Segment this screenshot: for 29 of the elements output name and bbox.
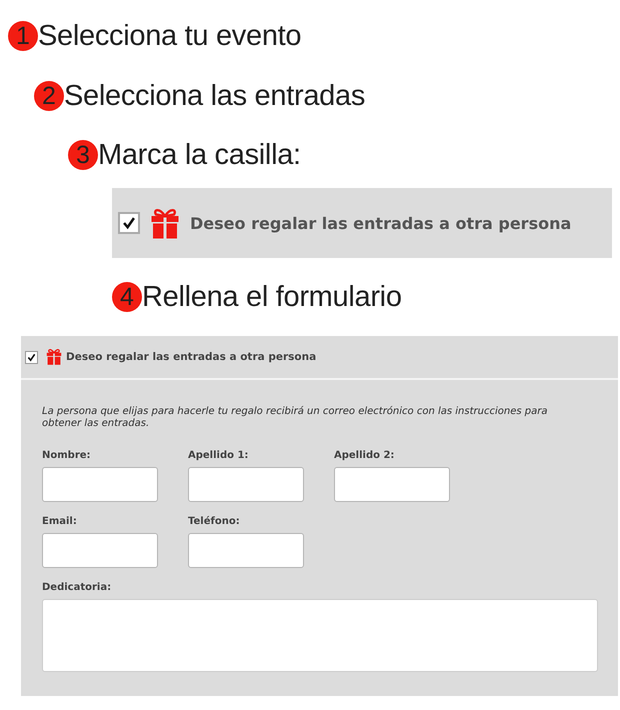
field-label: Apellido 1: xyxy=(188,450,250,461)
step-title: Selecciona tu evento xyxy=(38,20,302,52)
check-icon xyxy=(122,216,136,230)
step-number: 2 xyxy=(34,81,64,111)
description-text: La persona que elijas para hacerle tu regalo recibirá un correo electrónico con las instrucciones para obtener las entradas. xyxy=(42,406,548,430)
step-title: Selecciona las entradas xyxy=(64,80,366,112)
input-field[interactable] xyxy=(188,533,304,568)
field-label: Email: xyxy=(42,516,78,527)
gift-icon xyxy=(46,348,62,366)
step-number: 1 xyxy=(8,21,38,51)
step-number: 4 xyxy=(112,282,142,312)
field-label: Teléfono: xyxy=(188,516,241,527)
field-label: Apellido 2: xyxy=(334,450,396,461)
input-field[interactable] xyxy=(188,467,304,502)
field-label: Nombre: xyxy=(42,450,92,461)
input-field[interactable] xyxy=(42,533,158,568)
check-icon xyxy=(27,352,36,362)
field-label: Dedicatoria: xyxy=(42,582,112,593)
input-field[interactable] xyxy=(42,467,158,502)
option-label: Deseo regalar las entradas a otra persona xyxy=(66,351,316,363)
input-field[interactable] xyxy=(334,467,450,502)
text-area[interactable] xyxy=(42,599,598,672)
step-title: Marca la casilla: xyxy=(98,138,301,172)
step-number: 3 xyxy=(68,140,98,170)
gift-icon xyxy=(150,206,180,240)
checkbox[interactable] xyxy=(25,350,38,364)
step-title: Rellena el formulario xyxy=(142,280,402,314)
checkbox[interactable] xyxy=(118,212,140,234)
option-label: Deseo regalar las entradas a otra persona xyxy=(190,214,572,232)
